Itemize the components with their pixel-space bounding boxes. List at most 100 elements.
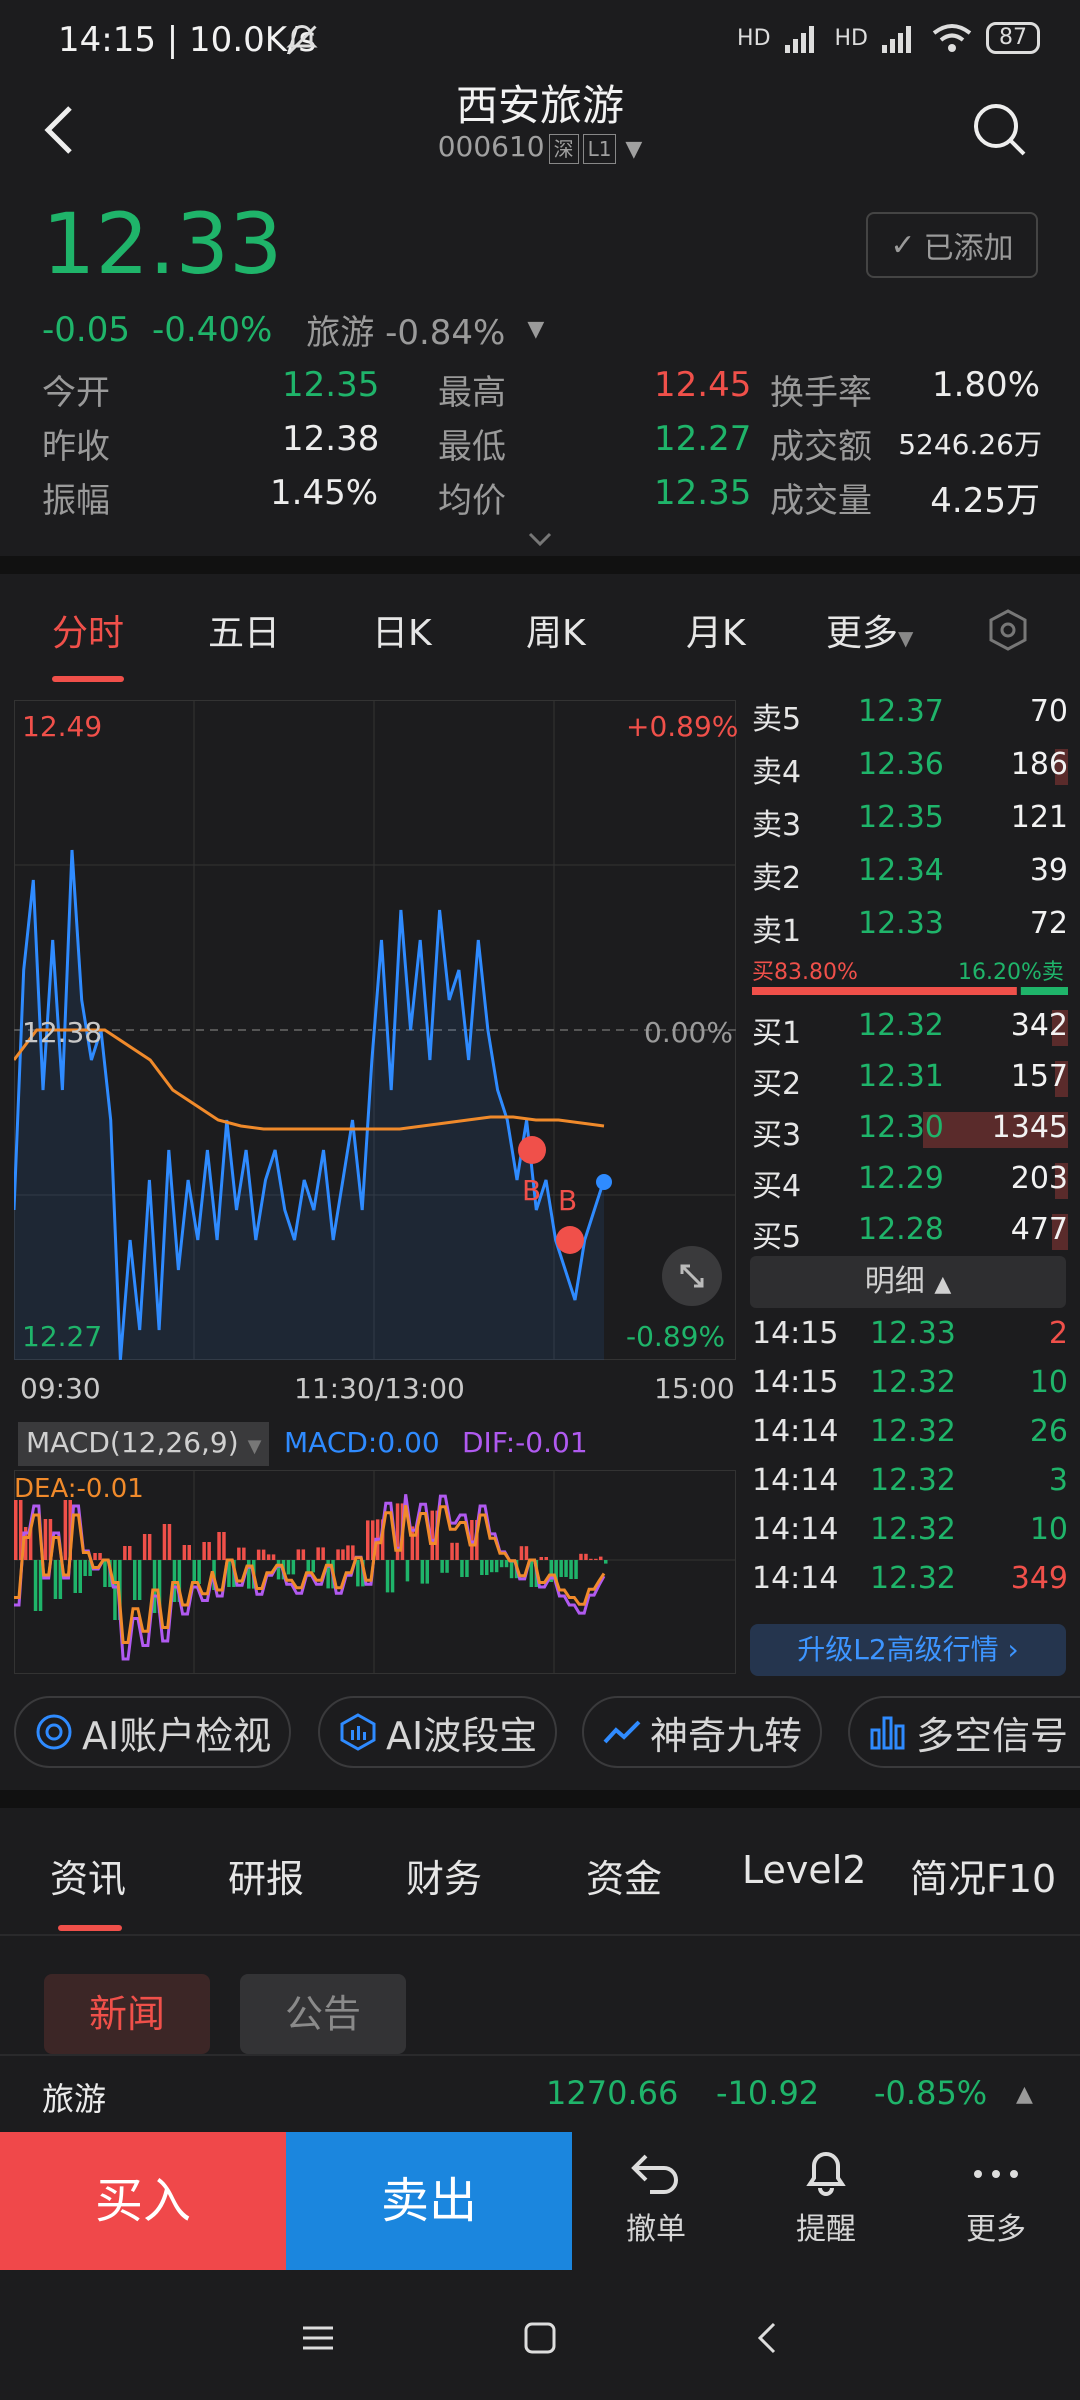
sector-bar-change: -10.92 [716,2074,820,2112]
macd-bar [53,1560,58,1599]
alert-button[interactable]: 提醒 [756,2150,896,2248]
caret-up-icon[interactable]: ▲ [1016,2082,1033,2107]
long-short-signal-chip[interactable]: 多空信号 [848,1696,1080,1768]
tab-research[interactable]: 研报 [228,1848,304,1903]
fullscreen-button[interactable] [662,1246,722,1306]
tick-volume: 2 [1048,1316,1068,1351]
macd-bar [276,1560,281,1580]
sell-ratio-label: 16.20%卖 [958,960,1064,985]
pct-max-label: +0.89% [626,710,739,743]
stat-amplitude: 振幅 1.45% [42,473,378,523]
sector-link[interactable]: 旅游 -0.84% [306,305,505,354]
ask-volume: 186 [1010,747,1068,782]
chip-label: 神奇九转 [650,1713,803,1758]
macd-bar [589,1558,593,1560]
stock-code-row[interactable]: 000610 深 L1 ▼ [0,130,1080,164]
magic-nine-chip[interactable]: 神奇九转 [582,1696,823,1768]
tick-volume: 3 [1048,1463,1068,1498]
pill-announcement[interactable]: 公告 [240,1974,406,2054]
sector-ticker-bar[interactable]: 旅游 1270.66 -10.92 -0.85% ▲ [0,2054,1080,2132]
current-price: 12.33 [42,195,283,293]
ask-price: 12.36 [858,747,944,782]
cancel-order-button[interactable]: 撤单 [586,2150,726,2248]
tick-row: 14:14 12.32 3 [752,1463,1068,1511]
upgrade-l2-button[interactable]: 升级L2高级行情 › [750,1624,1066,1676]
tick-price: 12.32 [870,1365,956,1400]
bid-row[interactable]: 买2 12.31 157 [752,1053,1068,1105]
eye-target-icon [36,1714,72,1750]
pill-news[interactable]: 新闻 [44,1974,210,2054]
tab-intraday[interactable]: 分时 [52,604,124,656]
buy-button[interactable]: 买入 [0,2132,286,2270]
tab-monthly-k[interactable]: 月K [686,604,746,656]
more-button[interactable]: 更多 [926,2150,1066,2248]
macd-bar [222,1532,226,1560]
added-watchlist-button[interactable]: ✓ 已添加 [866,212,1038,278]
tab-more[interactable]: 更多▼ [826,604,913,656]
macd-bar [569,1560,573,1579]
macd-bar [544,1557,548,1560]
tab-five-day[interactable]: 五日 [208,604,280,656]
caret-down-icon: ▼ [898,626,914,650]
ask-row[interactable]: 卖3 12.35 121 [752,794,1068,846]
bid-price: 12.31 [858,1059,944,1094]
section-divider [0,556,1080,574]
tab-news[interactable]: 资讯 [50,1848,126,1903]
detail-label: 明细 [864,1264,925,1299]
tab-finance[interactable]: 财务 [406,1848,482,1903]
x-label-end: 15:00 [654,1372,735,1405]
search-icon[interactable] [970,100,1030,160]
tab-f10[interactable]: 简况F10 [910,1848,1056,1903]
macd-value: MACD:0.00 [284,1426,440,1459]
tab-daily-k[interactable]: 日K [372,604,432,656]
network-label-2: HD [834,25,868,51]
section-divider [0,1790,1080,1808]
chip-label: 多空信号 [916,1713,1069,1758]
tab-level2[interactable]: Level2 [742,1848,866,1892]
ask-row[interactable]: 卖2 12.34 39 [752,847,1068,899]
buy-ratio-fill [752,987,1017,995]
ask-row[interactable]: 卖4 12.36 186 [752,741,1068,793]
network-label: HD [737,25,771,51]
sector-name: 旅游 [306,313,375,353]
ai-wave-chip[interactable]: AI波段宝 [318,1696,558,1768]
detail-toggle-button[interactable]: 明细 ▲ [750,1256,1066,1308]
chevron-down-icon[interactable] [528,530,552,550]
ask-volume: 121 [1010,800,1068,835]
ask-price: 12.37 [858,694,944,729]
level-tag: L1 [582,134,617,164]
stat-open: 今开 12.35 [42,365,379,415]
intraday-chart[interactable] [14,700,736,1360]
ai-account-review-chip[interactable]: AI账户检视 [14,1696,292,1768]
sector-pct: -0.84% [385,313,506,353]
ask-price: 12.35 [858,800,944,835]
hexagon-chart-icon [340,1713,376,1751]
home-icon[interactable] [522,2320,558,2356]
back-icon[interactable] [750,2320,786,2356]
menu-icon[interactable] [300,2320,336,2356]
caret-down-icon[interactable]: ▼ [527,317,544,342]
macd-bar [316,1547,320,1560]
bid-row[interactable]: 买5 12.28 477 [752,1206,1068,1258]
ask-row[interactable]: 卖5 12.37 70 [752,688,1068,740]
macd-indicator-selector[interactable]: MACD(12,26,9) ▼ [18,1422,270,1466]
stat-label: 最高 [438,373,506,413]
bid-row[interactable]: 买4 12.29 203 [752,1155,1068,1207]
stat-value: 12.35 [282,365,380,405]
ask-label: 卖4 [752,755,802,790]
bid-row[interactable]: 买1 12.32 342 [752,1002,1068,1054]
tab-weekly-k[interactable]: 周K [526,604,586,656]
macd-title: MACD(12,26,9) [26,1426,239,1459]
ask-row[interactable]: 卖1 12.33 72 [752,900,1068,952]
macd-bar [465,1560,469,1577]
settings-hexagon-icon[interactable] [986,608,1030,652]
bid-row[interactable]: 买3 12.30 1345 [752,1104,1068,1156]
pct-mid-label: 0.00% [644,1016,733,1049]
action-label: 提醒 [796,2212,856,2247]
stat-label: 最低 [438,427,506,467]
macd-bar [425,1560,429,1584]
stat-label: 振幅 [42,481,110,521]
bid-price: 12.28 [858,1212,944,1247]
tab-funds[interactable]: 资金 [586,1848,662,1903]
sell-button[interactable]: 卖出 [286,2132,572,2270]
